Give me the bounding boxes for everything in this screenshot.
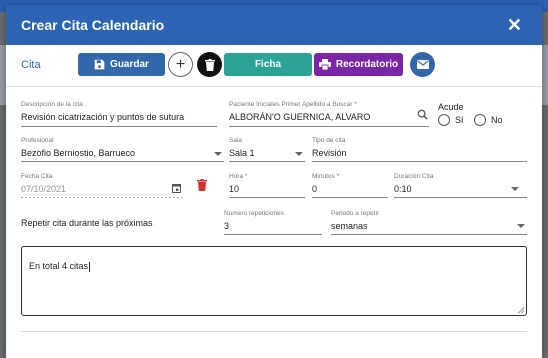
chevron-down-icon[interactable] bbox=[517, 224, 525, 228]
close-icon[interactable]: ✕ bbox=[507, 15, 522, 36]
appointment-type-input[interactable]: Revisión bbox=[312, 148, 347, 158]
appointment-type-underline bbox=[312, 161, 527, 162]
save-button[interactable]: Guardar bbox=[78, 53, 165, 76]
repetitions-underline bbox=[224, 234, 322, 235]
attendance-label: Acude bbox=[438, 102, 464, 112]
chevron-down-icon[interactable] bbox=[214, 152, 222, 156]
chevron-down-icon[interactable] bbox=[511, 187, 519, 191]
attendance-yes-label: Sí bbox=[455, 115, 464, 125]
dialog-header: Crear Cita Calendario ✕ bbox=[6, 5, 542, 45]
room-underline bbox=[229, 161, 305, 162]
room-select[interactable]: Sala 1 bbox=[229, 148, 255, 158]
repetitions-input[interactable]: 3 bbox=[224, 221, 229, 231]
trash-icon[interactable] bbox=[197, 179, 207, 191]
hour-label: Hora * bbox=[229, 173, 248, 180]
description-label: Descripción de la cita bbox=[21, 101, 83, 108]
date-underline bbox=[21, 197, 183, 198]
email-button[interactable] bbox=[410, 52, 435, 77]
ficha-button[interactable]: Ficha bbox=[224, 53, 312, 76]
hour-input[interactable]: 10 bbox=[229, 184, 239, 194]
toolbar: Cita Guardar + Ficha Recordatorio bbox=[6, 45, 542, 87]
date-input[interactable]: 07/10/2021 bbox=[21, 184, 66, 194]
repeat-label: Repetir cita durante las próximas bbox=[21, 218, 153, 228]
trash-icon bbox=[204, 58, 215, 71]
reminder-button-label: Recordatorio bbox=[335, 59, 399, 70]
appointment-type-label: Tipo de cita bbox=[312, 137, 346, 144]
duration-label: Duración Cita bbox=[394, 173, 434, 180]
minutes-label: Minutos * bbox=[312, 173, 340, 180]
reminder-button[interactable]: Recordatorio bbox=[314, 53, 403, 76]
resize-handle-icon[interactable] bbox=[518, 307, 524, 313]
printer-icon bbox=[318, 59, 331, 70]
duration-underline bbox=[394, 197, 527, 198]
duration-select[interactable]: 0:10 bbox=[394, 184, 412, 194]
notes-text: En total 4 citas bbox=[29, 261, 89, 271]
professional-underline bbox=[21, 161, 224, 162]
dialog-title: Crear Cita Calendario bbox=[21, 17, 165, 33]
search-icon[interactable] bbox=[417, 109, 428, 120]
text-cursor bbox=[89, 261, 91, 272]
period-select[interactable]: semanas bbox=[331, 221, 368, 231]
period-underline bbox=[331, 234, 527, 235]
create-appointment-dialog: Crear Cita Calendario ✕ Cita Guardar + F… bbox=[6, 5, 542, 358]
attendance-no-label: No bbox=[491, 115, 503, 125]
hour-underline bbox=[229, 197, 305, 198]
plus-icon: + bbox=[175, 55, 186, 73]
ficha-button-label: Ficha bbox=[254, 59, 282, 70]
calendar-icon[interactable] bbox=[172, 183, 181, 193]
chevron-down-icon[interactable] bbox=[295, 152, 303, 156]
description-underline bbox=[21, 126, 217, 127]
divider bbox=[21, 331, 527, 332]
minutes-underline bbox=[312, 197, 388, 198]
notes-textarea[interactable]: En total 4 citas bbox=[21, 246, 527, 316]
description-input[interactable]: Revisión cicatrización y puntos de sutur… bbox=[21, 112, 184, 122]
attendance-yes-radio[interactable] bbox=[438, 114, 450, 126]
save-button-label: Guardar bbox=[110, 59, 149, 70]
room-label: Sala bbox=[229, 137, 243, 144]
date-label: Fecha Cita bbox=[21, 173, 53, 180]
add-button[interactable]: + bbox=[168, 52, 193, 77]
attendance-no-radio[interactable] bbox=[474, 114, 486, 126]
patient-underline bbox=[229, 126, 429, 127]
professional-select[interactable]: Bezofio Berniostio, Barrueco bbox=[21, 148, 135, 158]
minutes-input[interactable]: 0 bbox=[312, 184, 317, 194]
professional-label: Profesional bbox=[21, 137, 54, 144]
save-icon bbox=[94, 59, 105, 70]
delete-button[interactable] bbox=[197, 52, 222, 77]
patient-input[interactable]: ALBORÁN'O GUERNICA, ALVARO bbox=[229, 112, 370, 122]
mail-icon bbox=[416, 60, 429, 69]
repetitions-label: Numero repeticiones bbox=[224, 210, 284, 217]
section-label: Cita bbox=[21, 59, 41, 71]
patient-label: Paciente Iniciales Primer Apellido a Bus… bbox=[229, 101, 357, 108]
period-label: Periodo a repetir bbox=[331, 210, 380, 217]
